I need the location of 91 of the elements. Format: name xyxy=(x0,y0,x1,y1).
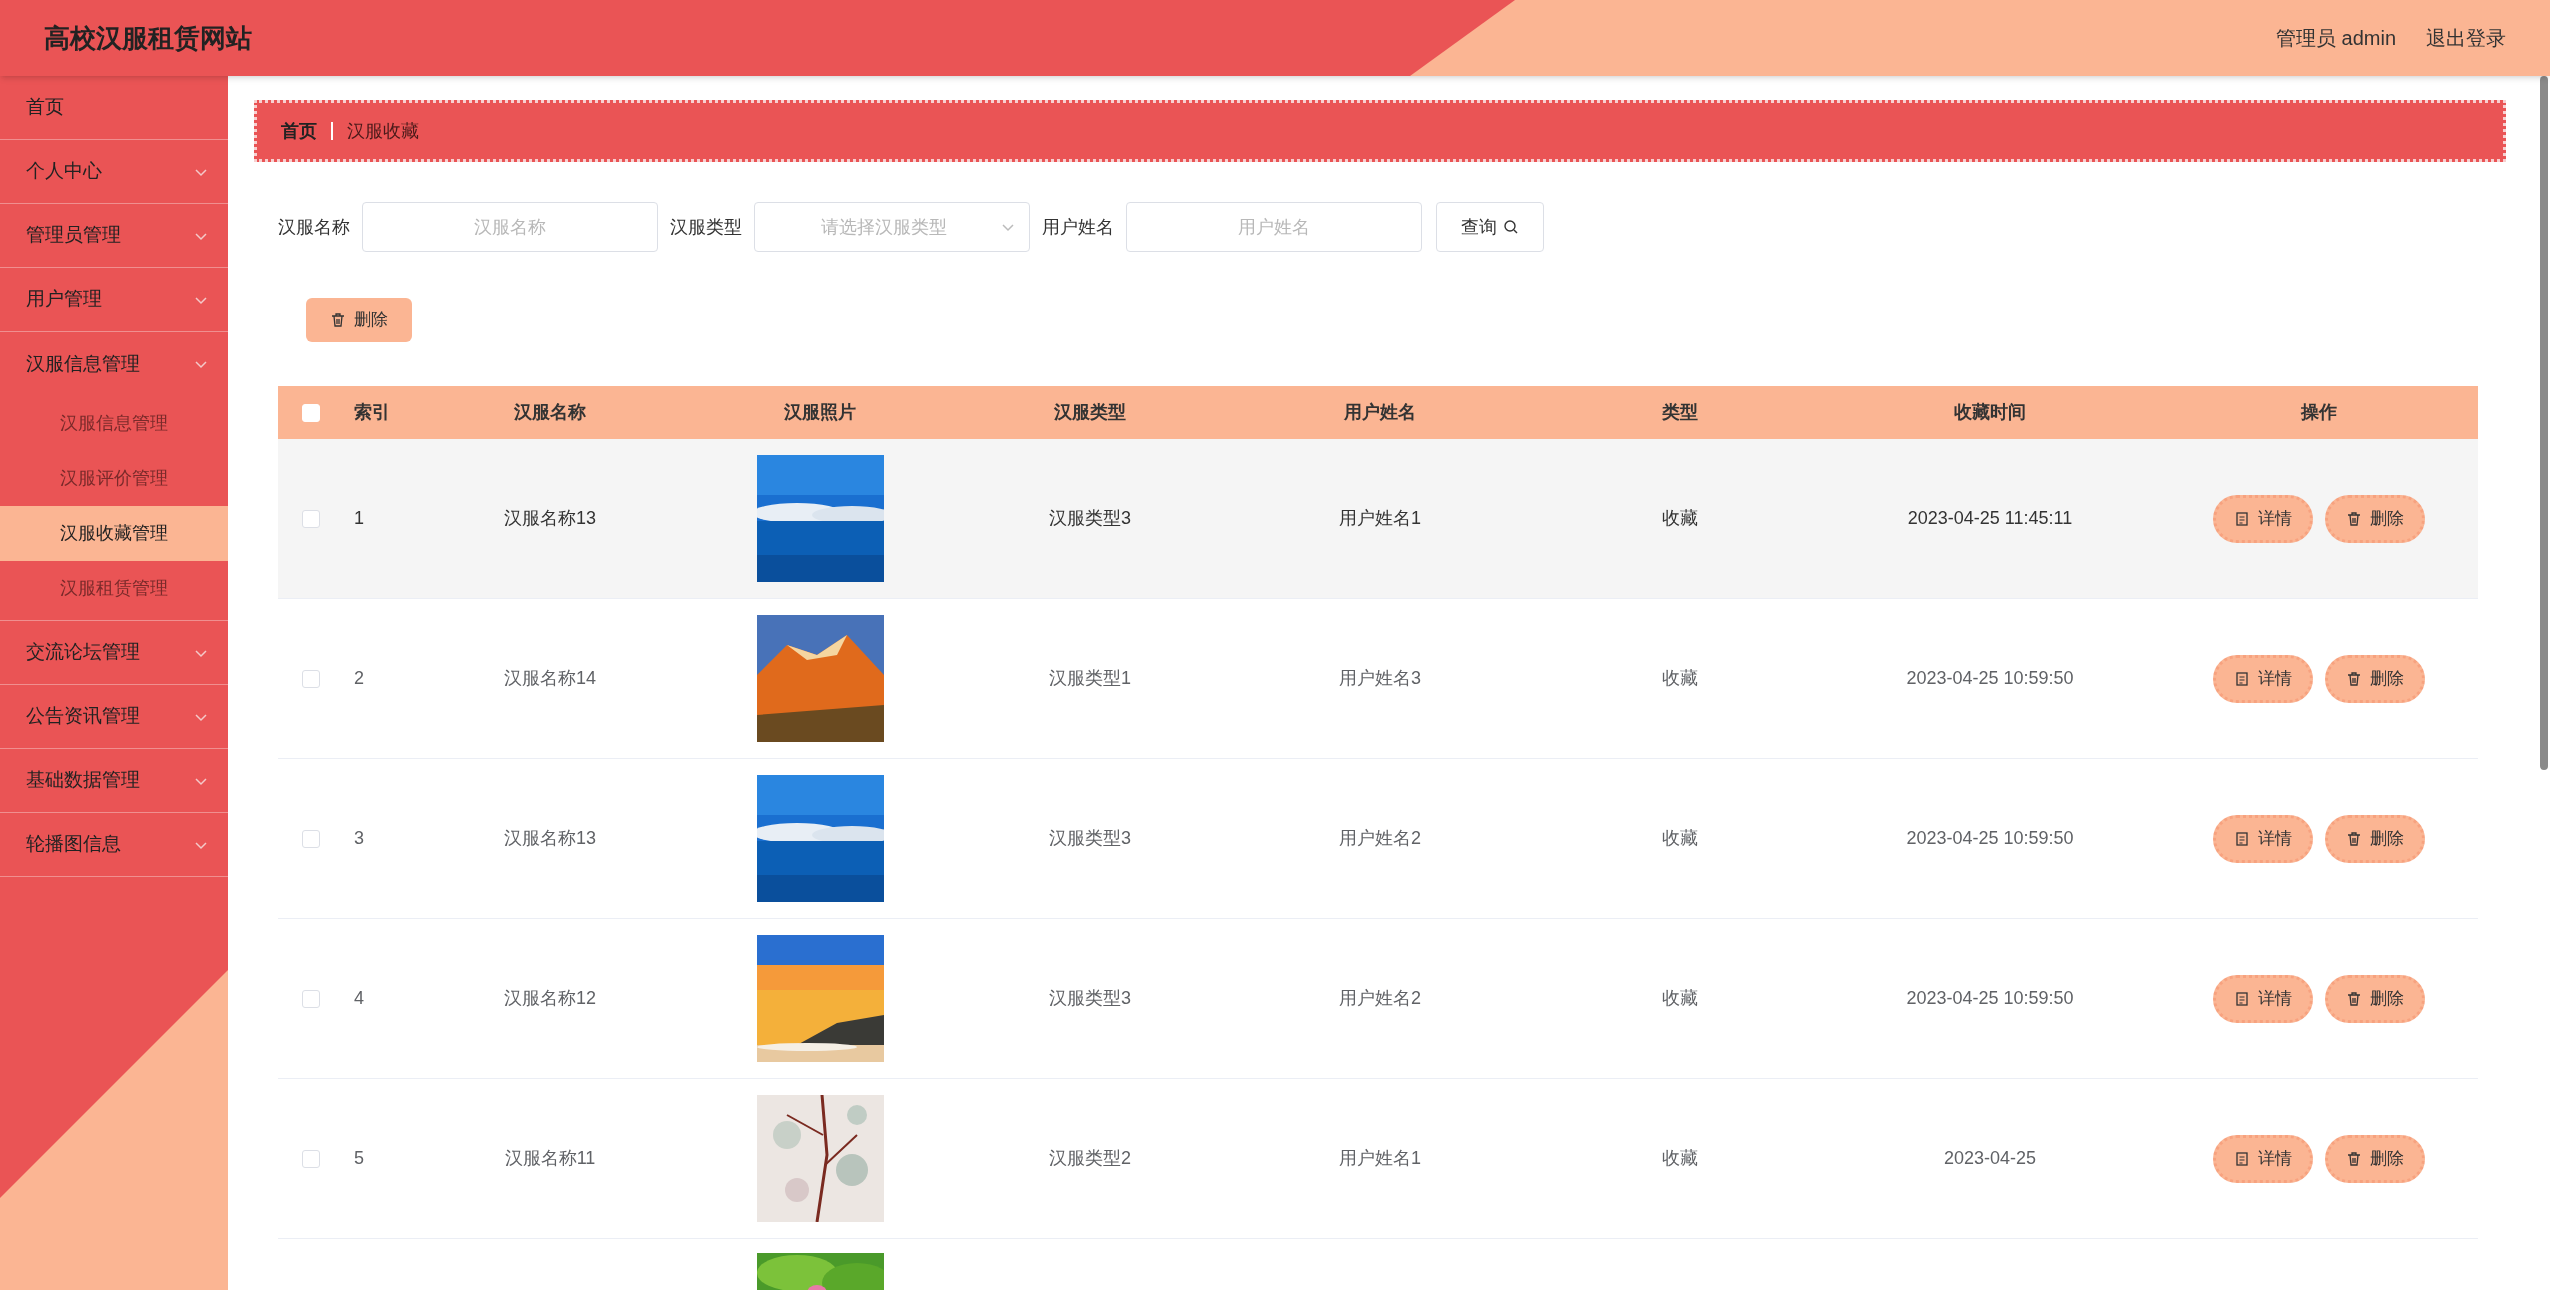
logout-link[interactable]: 退出登录 xyxy=(2426,23,2506,53)
field-label: 用户姓名 xyxy=(1042,215,1114,239)
sidebar-item[interactable]: 交流论坛管理 xyxy=(0,621,228,685)
delete-button[interactable]: 删除 xyxy=(2325,814,2425,863)
admin-label: 管理员 admin xyxy=(2275,26,2396,51)
table-cell-text: 汉服类型1 xyxy=(1048,667,1132,690)
trash-icon xyxy=(2346,1150,2362,1167)
sidebar-item[interactable]: 轮播图信息 xyxy=(0,813,228,877)
delete-button[interactable]: 删除 xyxy=(2325,974,2425,1023)
document-icon xyxy=(2234,1150,2250,1167)
sidebar-item[interactable]: 管理员管理 xyxy=(0,204,228,268)
site-title: 高校汉服租赁网站 xyxy=(44,21,252,55)
table-cell-text: 用户姓名1 xyxy=(1338,507,1422,530)
trash-icon xyxy=(2346,990,2362,1007)
column-header: 收藏时间 xyxy=(1953,401,2027,424)
table-cell-text: 用户姓名2 xyxy=(1338,827,1422,850)
table-cell-text: 汉服名称13 xyxy=(503,827,597,850)
sidebar-subitem[interactable]: 汉服租赁管理 xyxy=(0,561,228,616)
table-cell-text: 4 xyxy=(353,987,365,1010)
details-button[interactable]: 详情 xyxy=(2213,494,2313,543)
column-header: 汉服名称 xyxy=(513,401,587,424)
trash-icon xyxy=(2346,670,2362,687)
details-button[interactable]: 详情 xyxy=(2213,974,2313,1023)
table-cell-text: 汉服名称13 xyxy=(503,507,597,530)
table-cell-text: 汉服名称14 xyxy=(503,667,597,690)
table-cell-text: 汉服名称12 xyxy=(503,987,597,1010)
column-header: 用户姓名 xyxy=(1343,401,1417,424)
sidebar-item[interactable]: 用户管理 xyxy=(0,268,228,332)
delete-button[interactable]: 删除 xyxy=(2325,654,2425,703)
document-icon xyxy=(2234,670,2250,687)
sidebar-subitem[interactable]: 汉服信息管理 xyxy=(0,396,228,451)
table-cell-text: 2023-04-25 10:59:50 xyxy=(1905,827,2075,850)
delete-button[interactable]: 删除 xyxy=(306,298,412,342)
table-cell-text: 汉服类型3 xyxy=(1048,827,1132,850)
table-cell-text: 收藏 xyxy=(1661,667,1699,690)
table-cell-text: 用户姓名1 xyxy=(1338,1147,1422,1170)
field-label: 汉服类型 xyxy=(670,215,742,239)
search-button[interactable]: 查询 xyxy=(1436,202,1544,252)
search-field[interactable]: 汉服名称 xyxy=(362,202,658,252)
trash-icon xyxy=(330,312,346,328)
table-cell-text: 汉服类型2 xyxy=(1048,1147,1132,1170)
sidebar-item[interactable]: 基础数据管理 xyxy=(0,749,228,813)
table-cell-text: 5 xyxy=(353,1147,365,1170)
delete-button[interactable]: 删除 xyxy=(2325,1134,2425,1183)
delete-button[interactable]: 删除 xyxy=(2325,494,2425,543)
breadcrumb-link[interactable]: 汉服收藏 xyxy=(347,117,419,145)
column-header: 类型 xyxy=(1661,401,1699,424)
breadcrumb-link[interactable]: 首页 xyxy=(281,117,317,145)
checkbox[interactable] xyxy=(302,989,320,1008)
table-cell-text: 收藏 xyxy=(1661,987,1699,1010)
checkbox[interactable] xyxy=(302,669,320,688)
checkbox[interactable] xyxy=(302,1149,320,1168)
details-button[interactable]: 详情 xyxy=(2213,1134,2313,1183)
details-button[interactable]: 详情 xyxy=(2213,654,2313,703)
sidebar-item[interactable]: 首页 xyxy=(0,76,228,140)
column-header: 汉服照片 xyxy=(783,401,857,424)
document-icon xyxy=(2234,830,2250,847)
sidebar-subitem[interactable]: 汉服评价管理 xyxy=(0,451,228,506)
table-cell-text: 1 xyxy=(353,507,365,530)
scrollbar-thumb[interactable] xyxy=(2540,76,2548,770)
table-cell-text: 收藏 xyxy=(1661,1147,1699,1170)
details-button[interactable]: 详情 xyxy=(2213,814,2313,863)
table-cell-text: 汉服类型3 xyxy=(1048,507,1132,530)
table-cell-text: 用户姓名3 xyxy=(1338,667,1422,690)
table-cell-text: 用户姓名2 xyxy=(1338,987,1422,1010)
table-cell-text: 2023-04-25 10:59:50 xyxy=(1905,987,2075,1010)
sidebar-subitem[interactable]: 汉服收藏管理 xyxy=(0,506,228,561)
search-field[interactable]: 用户姓名 xyxy=(1126,202,1422,252)
checkbox[interactable] xyxy=(302,509,320,528)
sidebar-item[interactable]: 汉服信息管理 xyxy=(0,332,228,396)
table-cell-text: 收藏 xyxy=(1661,507,1699,530)
table-cell-text: 收藏 xyxy=(1661,827,1699,850)
column-header: 索引 xyxy=(353,401,391,424)
column-header: 操作 xyxy=(2300,401,2338,424)
column-header: 汉服类型 xyxy=(1053,401,1127,424)
sidebar-item[interactable]: 个人中心 xyxy=(0,140,228,204)
table-cell-text: 2 xyxy=(353,667,365,690)
trash-icon xyxy=(2346,510,2362,527)
table-cell-text: 3 xyxy=(353,827,365,850)
sidebar-item[interactable]: 公告资讯管理 xyxy=(0,685,228,749)
table-cell-text: 汉服类型3 xyxy=(1048,987,1132,1010)
table-cell-text: 汉服名称11 xyxy=(503,1147,597,1170)
document-icon xyxy=(2234,990,2250,1007)
table-cell-text: 2023-04-25 xyxy=(1942,1147,2038,1170)
table-cell-text: 2023-04-25 11:45:11 xyxy=(1906,507,2074,530)
search-icon xyxy=(1503,219,1519,235)
trash-icon xyxy=(2346,830,2362,847)
checkbox[interactable] xyxy=(302,829,320,848)
field-label: 汉服名称 xyxy=(278,215,350,239)
table-cell-text: 2023-04-25 10:59:50 xyxy=(1905,667,2075,690)
document-icon xyxy=(2234,510,2250,527)
